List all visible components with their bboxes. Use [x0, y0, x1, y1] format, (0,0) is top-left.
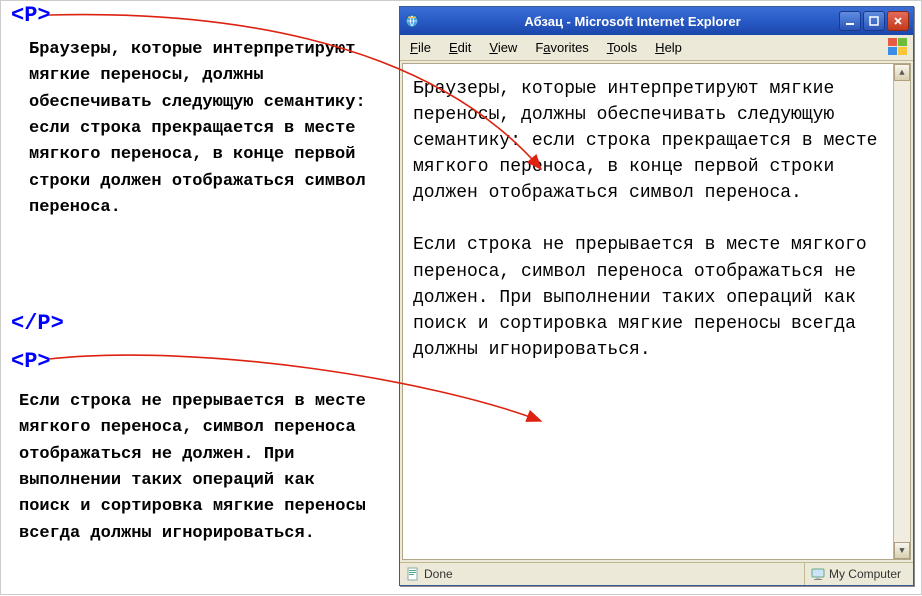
done-icon — [406, 567, 420, 581]
content-area: Браузеры, которые интерпретируют мягкие … — [402, 63, 911, 560]
status-text: Done — [424, 567, 453, 581]
maximize-button[interactable] — [863, 11, 885, 31]
scroll-down-button[interactable]: ▼ — [894, 542, 910, 559]
source-paragraph-1: Браузеры, которые интерпретируют мягкие … — [29, 37, 369, 221]
vertical-scrollbar[interactable]: ▲ ▼ — [893, 64, 910, 559]
my-computer-icon — [811, 567, 825, 581]
statusbar: Done My Computer — [400, 562, 913, 585]
rendered-content: Браузеры, которые интерпретируют мягкие … — [413, 76, 884, 389]
titlebar[interactable]: Абзац - Microsoft Internet Explorer — [400, 7, 913, 35]
menu-tools[interactable]: Tools — [607, 40, 637, 55]
opening-p-tag-1: <P> — [11, 3, 51, 28]
scroll-up-button[interactable]: ▲ — [894, 64, 910, 81]
ie-app-icon — [404, 13, 420, 29]
window-title: Абзац - Microsoft Internet Explorer — [426, 14, 839, 29]
windows-logo-icon — [887, 37, 909, 57]
rendered-paragraph-1: Браузеры, которые интерпретируют мягкие … — [413, 76, 884, 206]
menu-help[interactable]: Help — [655, 40, 682, 55]
menu-favorites[interactable]: Favorites — [535, 40, 588, 55]
scroll-track[interactable] — [894, 81, 910, 542]
menu-file[interactable]: File — [410, 40, 431, 55]
menu-view[interactable]: View — [489, 40, 517, 55]
source-paragraph-2: Если строка не прерывается в месте мягко… — [19, 389, 374, 547]
browser-window: Абзац - Microsoft Internet Explorer File… — [399, 6, 914, 586]
menubar: File Edit View Favorites Tools Help — [400, 35, 913, 61]
zone-text: My Computer — [829, 567, 901, 581]
close-button[interactable] — [887, 11, 909, 31]
menu-edit[interactable]: Edit — [449, 40, 471, 55]
opening-p-tag-2: <P> — [11, 349, 51, 374]
closing-p-tag-1: </P> — [11, 311, 64, 336]
minimize-button[interactable] — [839, 11, 861, 31]
rendered-paragraph-2: Если строка не прерывается в месте мягко… — [413, 232, 884, 362]
